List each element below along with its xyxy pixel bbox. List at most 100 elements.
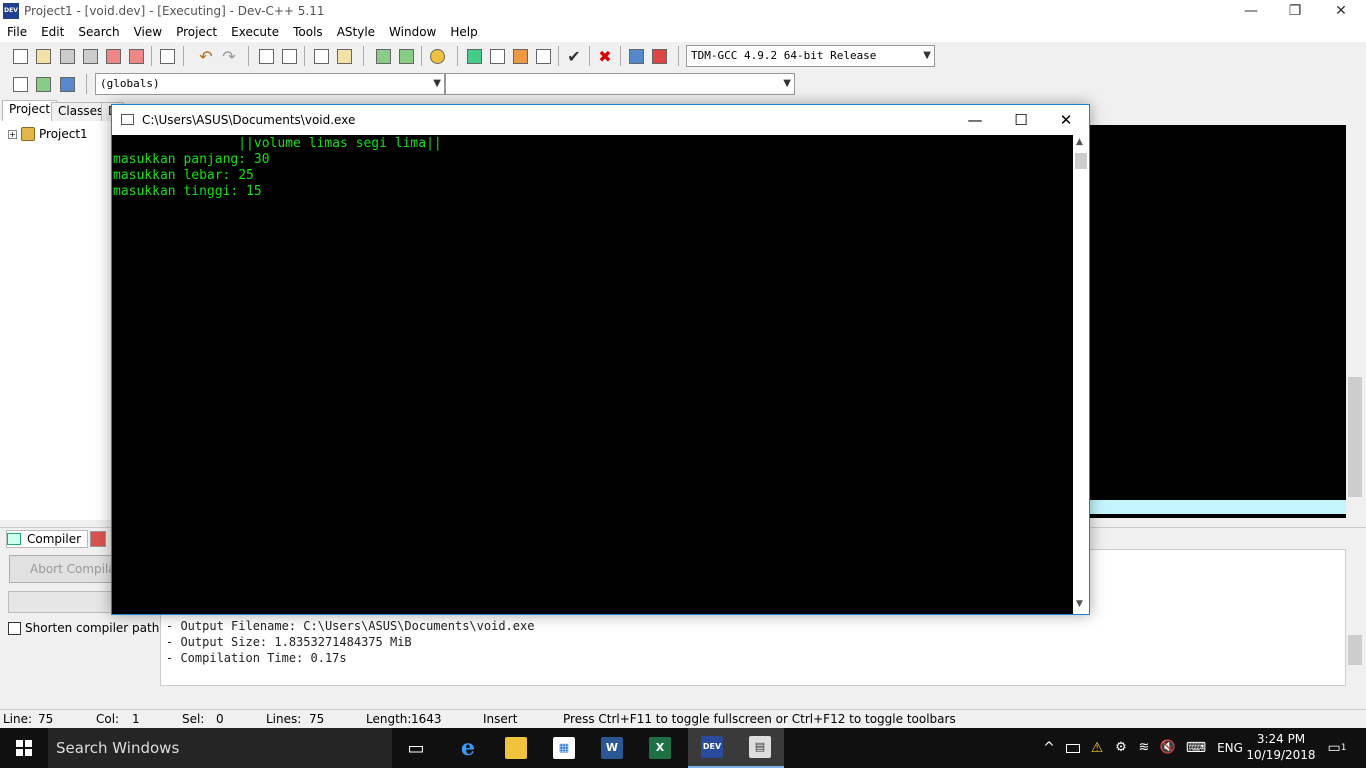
- stop-icon: ✖: [598, 46, 612, 66]
- log-line: - Output Size: 1.8353271484375 MiB: [166, 635, 412, 649]
- expand-icon[interactable]: +: [8, 129, 17, 139]
- new-file-button[interactable]: [10, 46, 30, 66]
- menu-view[interactable]: View: [127, 22, 169, 42]
- tab-compiler[interactable]: Compiler: [6, 530, 89, 548]
- remove-from-project-icon: [398, 48, 414, 64]
- bookmark-icon: [59, 76, 75, 92]
- folder-icon: ▬: [505, 737, 527, 759]
- menu-help[interactable]: Help: [443, 22, 484, 42]
- print-button[interactable]: [157, 46, 177, 66]
- shorten-paths-checkbox[interactable]: [8, 621, 21, 635]
- tray-language[interactable]: ENG: [1214, 728, 1246, 768]
- code-editor[interactable]: [1090, 125, 1346, 518]
- add-to-project-button[interactable]: [373, 46, 393, 66]
- start-button[interactable]: [0, 728, 48, 768]
- compiler-select-value: TDM-GCC 4.9.2 64-bit Release: [691, 49, 877, 62]
- undo-button[interactable]: ↶: [196, 46, 216, 66]
- tray-network-icon[interactable]: ⚙: [1110, 728, 1132, 768]
- save-button[interactable]: [57, 46, 77, 66]
- tray-clock[interactable]: 3:24 PM 10/19/2018: [1246, 731, 1316, 763]
- toolbar-separator: [151, 46, 152, 66]
- profile-button[interactable]: [626, 46, 646, 66]
- scroll-up-icon[interactable]: ▲: [1076, 137, 1083, 147]
- taskbar-app-store[interactable]: ▦: [540, 728, 588, 768]
- log-vertical-scrollbar[interactable]: [1346, 549, 1366, 686]
- resources-tab-icon[interactable]: [90, 531, 106, 547]
- console-scroll-thumb[interactable]: [1075, 153, 1087, 169]
- action-center-button[interactable]: ▭1: [1322, 728, 1352, 768]
- menu-window[interactable]: Window: [382, 22, 443, 42]
- indent-button[interactable]: [311, 46, 331, 66]
- taskbar-app-word[interactable]: W: [588, 728, 636, 768]
- taskbar-search-box[interactable]: Search Windows: [48, 728, 392, 768]
- close-all-button[interactable]: [126, 46, 146, 66]
- menu-astyle[interactable]: AStyle: [330, 22, 382, 42]
- scope-select[interactable]: (globals) ▼: [95, 73, 445, 95]
- log-horizontal-scrollbar[interactable]: [160, 686, 1346, 704]
- chevron-down-icon: ▼: [433, 78, 441, 89]
- console-icon: [121, 114, 134, 125]
- tray-volume-mute-icon[interactable]: 🔇: [1158, 728, 1178, 768]
- unindent-button[interactable]: [334, 46, 354, 66]
- tray-wifi-icon[interactable]: ≋: [1134, 728, 1154, 768]
- tray-keyboard-icon[interactable]: ⌨: [1184, 728, 1208, 768]
- editor-scroll-thumb[interactable]: [1348, 377, 1362, 497]
- taskbar-app-console[interactable]: ▤: [736, 728, 784, 768]
- open-button[interactable]: [33, 46, 53, 66]
- project-options-button[interactable]: [427, 46, 447, 66]
- remove-from-project-button[interactable]: [396, 46, 416, 66]
- restore-button[interactable]: ❐: [1272, 0, 1318, 22]
- save-all-icon: [82, 48, 98, 64]
- log-scroll-thumb[interactable]: [1348, 635, 1362, 665]
- menu-search[interactable]: Search: [71, 22, 126, 42]
- console-output[interactable]: ||volume limas segi lima|| masukkan panj…: [112, 135, 1073, 614]
- scroll-down-icon[interactable]: ▼: [1076, 599, 1083, 609]
- replace-button[interactable]: [279, 46, 299, 66]
- function-select[interactable]: ▼: [445, 73, 795, 95]
- syntax-check-button[interactable]: ✔: [564, 46, 584, 66]
- console-line: masukkan panjang: 30: [113, 152, 270, 167]
- taskbar-app-file-explorer[interactable]: ▬: [492, 728, 540, 768]
- tray-battery-icon[interactable]: [1063, 728, 1083, 768]
- insert-button[interactable]: [10, 74, 30, 94]
- taskbar-app-devcpp[interactable]: DEV: [688, 728, 736, 768]
- taskbar-app-excel[interactable]: X: [636, 728, 684, 768]
- delete-profile-button[interactable]: [649, 46, 669, 66]
- menu-project[interactable]: Project: [169, 22, 224, 42]
- minimize-button[interactable]: —: [1228, 0, 1274, 22]
- close-button[interactable]: ✕: [1318, 0, 1364, 22]
- close-file-button[interactable]: [103, 46, 123, 66]
- menu-file[interactable]: File: [0, 22, 34, 42]
- project-icon: [21, 127, 35, 141]
- tray-warning-icon[interactable]: ⚠: [1088, 728, 1106, 768]
- run-button[interactable]: [487, 46, 507, 66]
- console-title: C:\Users\ASUS\Documents\void.exe: [142, 113, 356, 127]
- menu-tools[interactable]: Tools: [286, 22, 330, 42]
- tree-item-project1[interactable]: + Project1: [8, 126, 88, 142]
- console-vertical-scrollbar[interactable]: ▲ ▼: [1073, 135, 1089, 614]
- show-hidden-icons-button[interactable]: ^: [1040, 728, 1058, 768]
- find-button[interactable]: [256, 46, 276, 66]
- save-all-button[interactable]: [80, 46, 100, 66]
- compile-run-button[interactable]: [510, 46, 530, 66]
- console-minimize-button[interactable]: —: [952, 105, 998, 135]
- taskbar-app-edge[interactable]: e: [444, 728, 492, 768]
- redo-button[interactable]: ↷: [219, 46, 239, 66]
- console-maximize-button[interactable]: ☐: [998, 105, 1044, 135]
- bookmark-button[interactable]: [57, 74, 77, 94]
- tab-project[interactable]: Project: [2, 100, 58, 121]
- task-view-button[interactable]: ▭: [392, 728, 440, 768]
- console-close-button[interactable]: ✕: [1043, 105, 1089, 135]
- console-title-bar[interactable]: C:\Users\ASUS\Documents\void.exe — ☐ ✕: [112, 105, 1089, 135]
- delete-profile-icon: [651, 48, 667, 64]
- goto-button[interactable]: [33, 74, 53, 94]
- rebuild-button[interactable]: [533, 46, 553, 66]
- stop-execution-button[interactable]: ✖: [595, 46, 615, 66]
- compiler-select[interactable]: TDM-GCC 4.9.2 64-bit Release ▼: [686, 45, 935, 67]
- run-icon: [489, 48, 505, 64]
- shorten-paths-option[interactable]: Shorten compiler paths: [8, 621, 166, 635]
- menu-edit[interactable]: Edit: [34, 22, 71, 42]
- console-window[interactable]: C:\Users\ASUS\Documents\void.exe — ☐ ✕ |…: [111, 104, 1090, 615]
- compile-button[interactable]: [464, 46, 484, 66]
- menu-execute[interactable]: Execute: [224, 22, 286, 42]
